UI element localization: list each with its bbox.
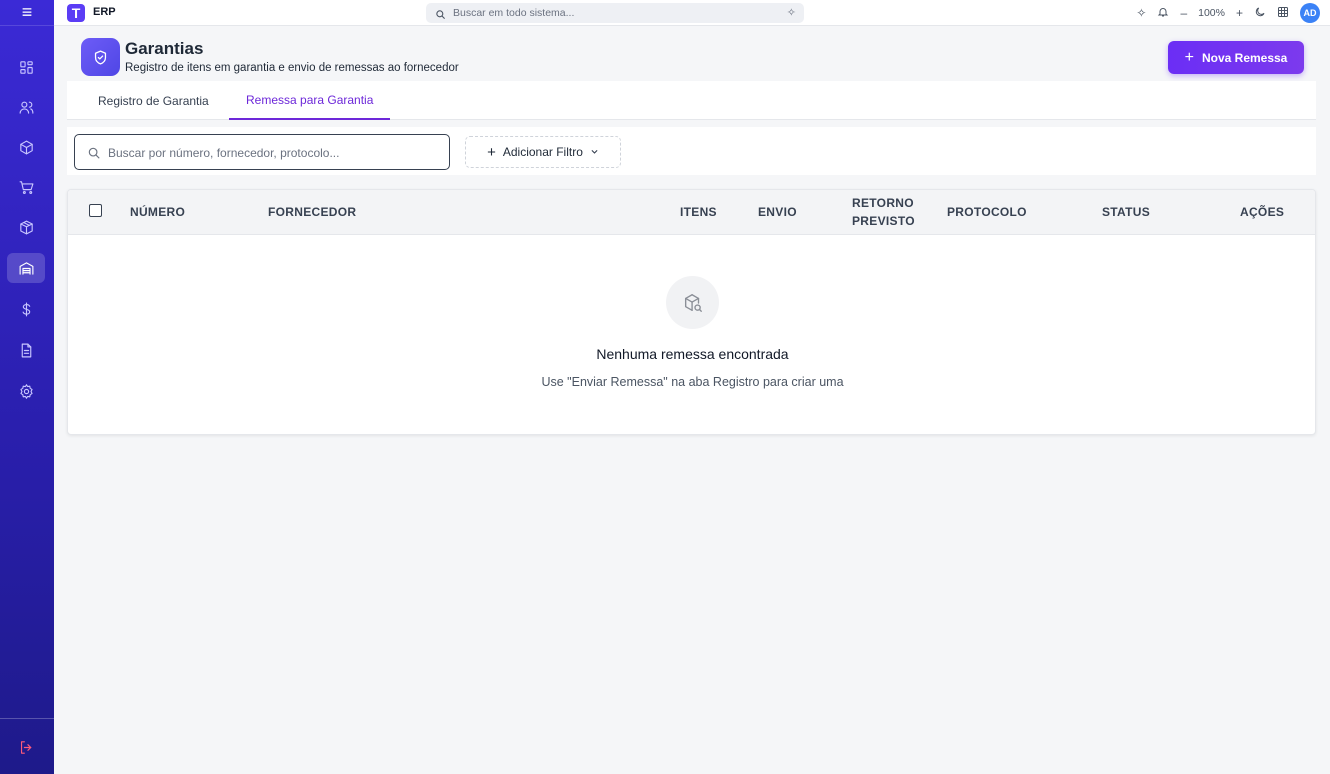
- logout-button[interactable]: [7, 732, 45, 762]
- warehouse-icon: [19, 261, 33, 275]
- sidebar-item-settings[interactable]: [7, 376, 45, 406]
- column-supplier[interactable]: FORNECEDOR: [268, 205, 356, 219]
- new-shipment-button[interactable]: + Nova Remessa: [1168, 41, 1304, 74]
- sidebar-item-reports[interactable]: [7, 335, 45, 365]
- grid-icon[interactable]: [1277, 6, 1289, 21]
- boxes-icon: [19, 220, 33, 234]
- column-number[interactable]: NÚMERO: [130, 205, 185, 219]
- menu-toggle-icon[interactable]: ≡: [0, 0, 54, 26]
- moon-icon[interactable]: [1254, 6, 1266, 21]
- topbar: T ERP Buscar em todo sistema... ✧ ✧ – 10…: [54, 0, 1330, 26]
- dollar-icon: [22, 302, 30, 316]
- users-icon: [19, 101, 33, 114]
- add-filter-label: Adicionar Filtro: [502, 145, 583, 159]
- sidebar-item-finance[interactable]: [7, 294, 45, 324]
- shipments-table: NÚMERO FORNECEDOR ITENS ENVIO RETORNO PR…: [67, 189, 1316, 435]
- column-expected-return-line1[interactable]: RETORNO: [852, 196, 914, 210]
- search-input[interactable]: [108, 143, 438, 163]
- sidebar-divider: [0, 718, 54, 719]
- tab-warranty-registry[interactable]: Registro de Garantia: [98, 81, 209, 120]
- table-header: NÚMERO FORNECEDOR ITENS ENVIO RETORNO PR…: [68, 190, 1315, 235]
- app-logo[interactable]: T: [67, 4, 85, 22]
- new-shipment-label: Nova Remessa: [1201, 50, 1288, 65]
- select-all-checkbox[interactable]: [89, 204, 102, 217]
- sidebar-item-sales[interactable]: [7, 172, 45, 202]
- add-filter-button[interactable]: + Adicionar Filtro: [465, 136, 621, 168]
- sidebar-item-products[interactable]: [7, 132, 45, 162]
- gear-icon: [19, 383, 33, 399]
- plus-icon: +: [1184, 48, 1194, 66]
- empty-state-message: Use "Enviar Remessa" na aba Registro par…: [541, 375, 844, 389]
- zoom-level: 100%: [1198, 7, 1225, 19]
- chevron-down-icon: [590, 147, 599, 158]
- global-search-input[interactable]: Buscar em todo sistema... ✧: [426, 3, 804, 23]
- document-icon: [21, 343, 31, 357]
- package-search-icon: [666, 276, 719, 329]
- zoom-out-button[interactable]: –: [1180, 6, 1187, 20]
- column-expected-return-line2[interactable]: PREVISTO: [852, 214, 915, 228]
- zoom-in-button[interactable]: +: [1236, 6, 1243, 20]
- ai-sparkle-icon[interactable]: ✧: [787, 6, 796, 19]
- topbar-actions: ✧ – 100% + AD: [1136, 3, 1320, 23]
- empty-state-title: Nenhuma remessa encontrada: [596, 346, 789, 362]
- filter-bar: + Adicionar Filtro: [67, 127, 1316, 175]
- package-icon: [19, 140, 33, 154]
- app-name: ERP: [93, 6, 116, 18]
- column-items[interactable]: ITENS: [680, 205, 717, 219]
- column-actions: AÇÕES: [1240, 205, 1285, 219]
- sidebar-item-dashboard[interactable]: [7, 52, 45, 82]
- sparkle-icon[interactable]: ✧: [1136, 6, 1146, 20]
- column-protocol[interactable]: PROTOCOLO: [947, 205, 1027, 219]
- search-field[interactable]: [74, 134, 450, 170]
- page-subtitle: Registro de itens em garantia e envio de…: [125, 62, 459, 74]
- search-icon: [435, 7, 446, 25]
- dashboard-icon: [19, 60, 33, 74]
- cart-icon: [19, 180, 33, 194]
- search-icon: [87, 146, 101, 165]
- column-status[interactable]: STATUS: [1102, 205, 1150, 219]
- plus-icon: +: [487, 143, 496, 161]
- sidebar-item-warehouse[interactable]: [7, 253, 45, 283]
- tabs: Registro de Garantia Remessa para Garant…: [67, 81, 1316, 120]
- logout-icon: [20, 740, 31, 754]
- tab-warranty-shipment[interactable]: Remessa para Garantia: [229, 81, 391, 120]
- sidebar-item-users[interactable]: [7, 92, 45, 122]
- avatar[interactable]: AD: [1300, 3, 1320, 23]
- shield-icon: [81, 38, 120, 76]
- global-search-placeholder: Buscar em todo sistema...: [453, 7, 575, 19]
- sidebar: ≡: [0, 0, 54, 774]
- bell-icon[interactable]: [1157, 6, 1169, 21]
- page-title: Garantias: [125, 39, 204, 58]
- sidebar-item-inventory[interactable]: [7, 212, 45, 242]
- column-shipping[interactable]: ENVIO: [758, 205, 797, 219]
